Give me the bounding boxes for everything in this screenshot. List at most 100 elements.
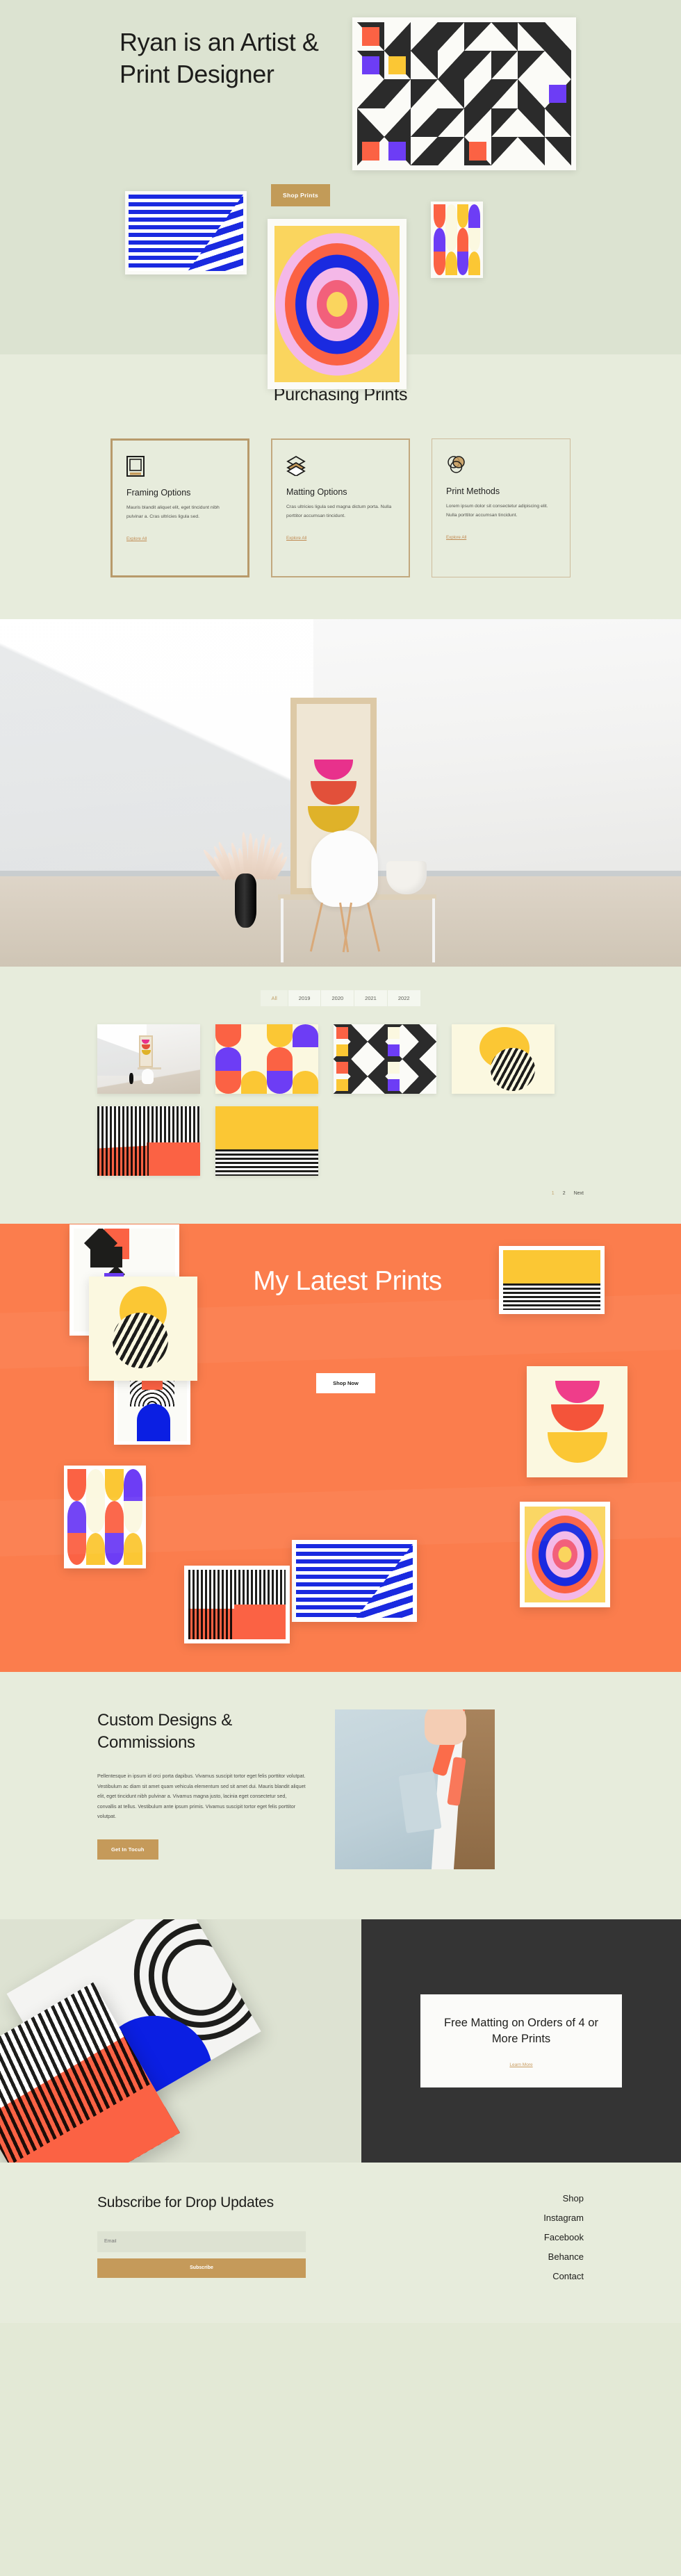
interior-photo-section [0,619,681,967]
promo-artwork [0,1919,361,2163]
stripes-warp [172,195,243,271]
geo-tile [491,22,518,51]
gallery-filter-2020[interactable]: 2020 [321,990,354,1006]
promo-section: Free Matting on Orders of 4 or More Prin… [0,1919,681,2163]
card-framing-options[interactable]: Framing Options Mauris blandit aliquet e… [110,438,249,577]
landing-page: Ryan is an Artist & Print Designer Shop … [0,0,681,2323]
hero-stripes-artwork[interactable] [125,191,247,274]
footer-link-contact[interactable]: Contact [552,2271,584,2281]
geo-tile [384,22,411,51]
geo-tile [368,1024,385,1042]
print-pink-red-yellow-domes[interactable] [527,1366,627,1477]
purchasing-section: Purchasing Prints Framing Options Mauris… [0,354,681,619]
email-field[interactable] [97,2231,306,2252]
shop-now-button[interactable]: Shop Now [316,1373,375,1393]
card-body: Cras ultricies ligula sed magna dictum p… [286,503,395,520]
print-bullseye[interactable] [520,1502,610,1607]
print-red-black-wavy[interactable] [184,1566,290,1643]
table-leg [432,899,435,962]
geo-tile [384,79,411,108]
list-item[interactable] [97,1024,200,1094]
geo-tile [438,137,465,165]
color-column [267,1024,293,1094]
list-item[interactable] [97,1106,200,1176]
pagination-2[interactable]: 2 [563,1191,566,1196]
explore-all-link[interactable]: Explore All [126,536,147,541]
print-yellow-wave-lines[interactable] [499,1246,605,1314]
geo-tile [491,137,518,165]
color-column [215,1024,241,1094]
geo-tile [518,22,545,51]
latest-prints-section: My Latest Prints Shop Now [0,1224,681,1672]
geo-tile [438,79,465,108]
gallery-row [97,1024,584,1094]
geo-tile [491,108,518,137]
geo-tile [464,79,491,108]
geo-tile [357,51,384,79]
list-item[interactable] [215,1024,318,1094]
list-item[interactable] [215,1106,318,1176]
geo-tile [385,1024,402,1042]
gallery-grid: 1 2 Next [97,1024,584,1196]
geo-tile [518,51,545,79]
latest-prints-title: My Latest Prints [202,1265,493,1297]
gallery-filter-2019[interactable]: 2019 [288,990,322,1006]
explore-all-link[interactable]: Explore All [446,535,466,540]
subscribe-button[interactable]: Subscribe [97,2258,306,2278]
hero-bullseye-artwork[interactable] [268,219,407,389]
custom-designs-title: Custom Designs & Commissions [97,1709,306,1753]
footer-link-facebook[interactable]: Facebook [544,2232,584,2242]
geo-tile [384,108,411,137]
shop-prints-button[interactable]: Shop Prints [271,184,330,206]
gallery-filter-all[interactable]: All [261,990,288,1006]
list-item[interactable] [334,1024,436,1094]
geo-tile [357,108,384,137]
geo-tile [368,1059,385,1076]
footer-link-instagram[interactable]: Instagram [543,2213,584,2223]
pagination-1[interactable]: 1 [552,1191,555,1196]
layers-icon [286,455,395,476]
subscribe-heading: Subscribe for Drop Updates [97,2193,306,2213]
geo-tile [518,79,545,108]
geo-tile [385,1076,402,1094]
geo-tile [334,1059,351,1076]
hero-geometric-artwork[interactable] [352,17,576,170]
get-in-touch-button[interactable]: Get In Tocuh [97,1839,158,1860]
card-matting-options[interactable]: Matting Options Cras ultricies ligula se… [271,438,410,577]
card-body: Lorem ipsum dolor sit consectetur adipis… [446,502,556,520]
geo-tile [357,137,384,165]
learn-more-link[interactable]: Learn More [509,2062,532,2067]
geometric-pattern [357,22,571,165]
geo-tile [368,1076,385,1094]
op-art-stripes [129,195,243,271]
explore-all-link[interactable]: Explore All [286,536,306,541]
footer-link-behance[interactable]: Behance [548,2251,584,2262]
pagination: 1 2 Next [97,1191,584,1196]
pagination-next[interactable]: Next [574,1191,584,1196]
color-column [434,204,445,275]
color-column [124,1469,142,1565]
hero-columns-artwork[interactable] [431,202,483,278]
geo-tile [402,1076,420,1094]
bullseye-rings [274,226,400,382]
card-print-methods[interactable]: Print Methods Lorem ipsum dolor sit cons… [432,438,571,577]
list-item[interactable] [452,1024,555,1094]
frame-icon [126,456,233,477]
geo-tile [518,137,545,165]
gallery-filter-2022[interactable]: 2022 [388,990,420,1006]
footer-link-shop[interactable]: Shop [563,2193,584,2204]
color-column [105,1469,124,1565]
print-yellow-sun-hatch[interactable] [89,1277,197,1381]
promo-dark-panel: Free Matting on Orders of 4 or More Prin… [361,1919,681,2163]
geo-tile [518,108,545,137]
custom-designs-section: Custom Designs & Commissions Pellentesqu… [0,1672,681,1919]
geo-tile [464,22,491,51]
print-color-columns[interactable] [64,1466,146,1568]
geo-tile [545,108,572,137]
color-column [293,1024,318,1094]
geo-tile [357,22,384,51]
print-blue-op-art-stripes[interactable] [292,1540,417,1622]
pampas-grass [217,811,275,879]
gallery-filter-2021[interactable]: 2021 [354,990,388,1006]
screen-printing-photo [335,1709,495,1869]
